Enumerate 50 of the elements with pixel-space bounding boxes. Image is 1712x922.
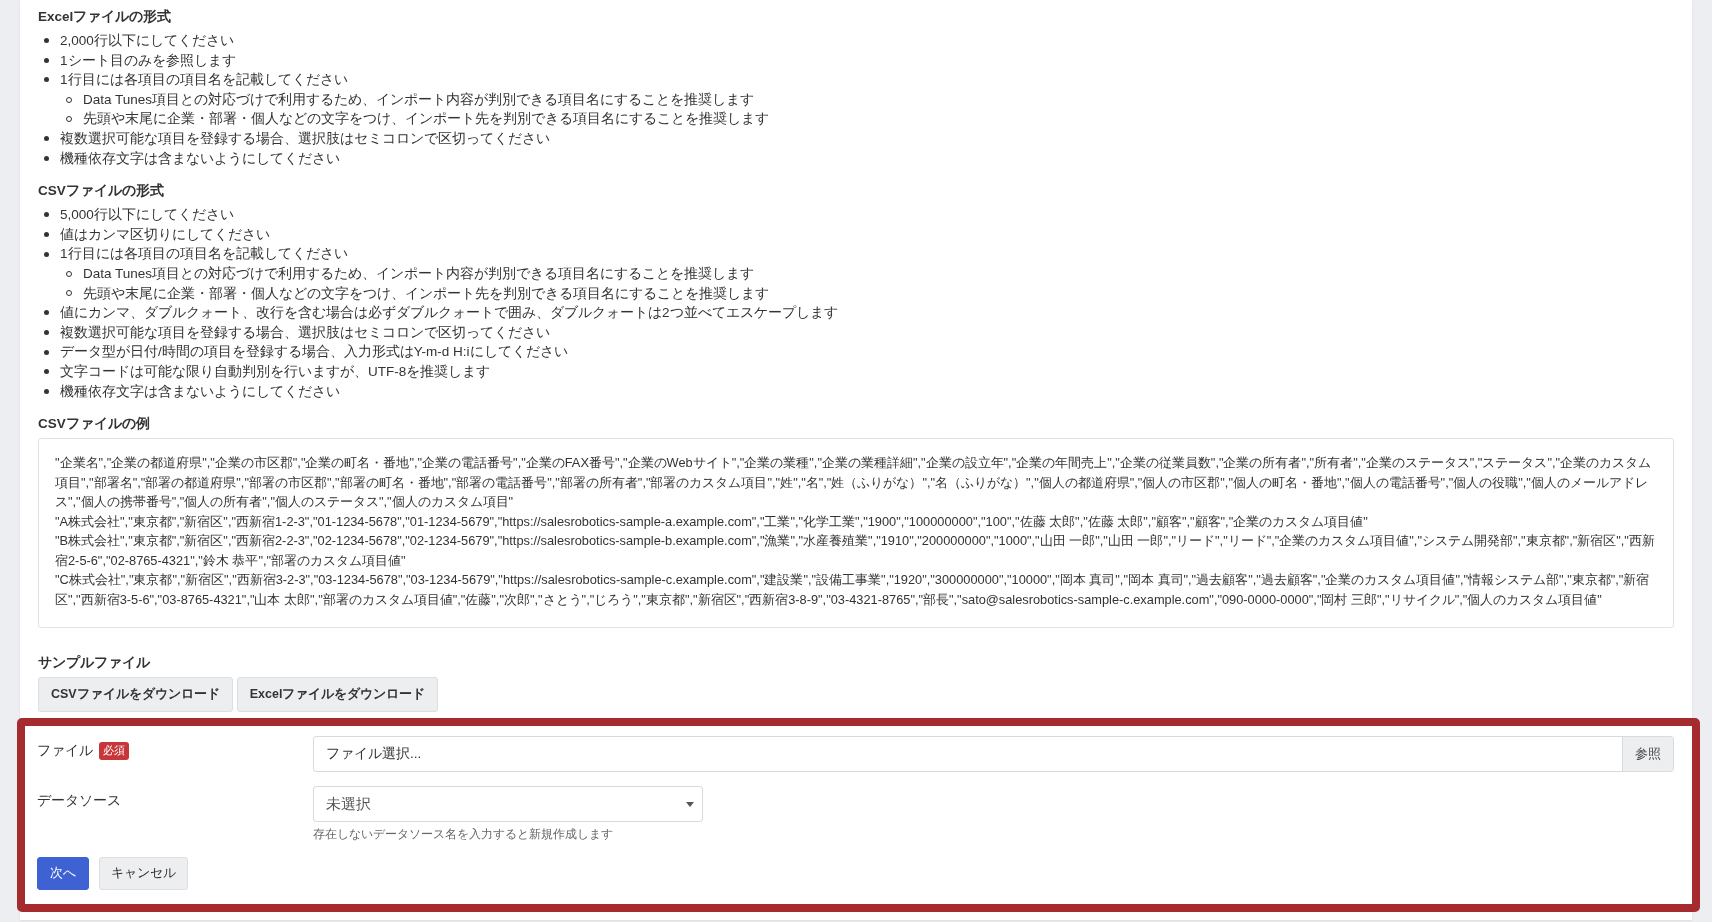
- list-text: 値はカンマ区切りにしてください: [60, 225, 270, 244]
- list-text: 機種依存文字は含まないようにしてください: [60, 149, 340, 168]
- list-text: 5,000行以下にしてください: [60, 206, 234, 225]
- section-heading: CSVファイルの形式: [38, 182, 165, 201]
- list-text: 値にカンマ、ダブルクォート、改行を含む場合は必ずダブルクォートで囲み、ダブルクォートは2つ並べてエスケープします: [60, 304, 838, 323]
- list-text: 1シート目のみを参照します: [60, 51, 236, 70]
- browse-button[interactable]: 参照: [1622, 737, 1673, 772]
- section-heading: Excelファイルの形式: [38, 8, 173, 26]
- field-label: データソース: [37, 792, 121, 811]
- list-text: データ型が日付/時間の項目を登録する場合、入力形式はY-m-d H:iにしてください: [60, 343, 568, 362]
- list-text: 文字コードは可能な限り自動判別を行いますが、UTF-8を推奨します: [60, 362, 491, 381]
- bullet-icon: [44, 155, 49, 161]
- list-text: 機種依存文字は含まないようにしてください: [60, 382, 340, 401]
- list-text: Data Tunes項目との対応づけで利用するため、インポート内容が判別できる項目名にすることを推奨します: [83, 264, 755, 283]
- required-badge: 必須: [99, 742, 129, 761]
- bullet-icon: [44, 232, 49, 238]
- section-heading: CSVファイルの例: [38, 415, 151, 434]
- field-label: ファイル: [37, 742, 93, 761]
- bullet-icon: [44, 212, 49, 218]
- bullet-icon: [44, 310, 49, 316]
- bullet-icon: [44, 136, 49, 142]
- bullet-icon: [44, 330, 49, 335]
- csv-line: "B株式会社","東京都","新宿区","西新宿2-2-3","02-1234-5678","02-1234-5679","https://salesrobotics-sample-b.example.com","漁業","水産養殖業","1910","200000000","1000","山田 一郎","山田 一郎","リード","リード","企業のカスタム項目値","システム開発部","東京都","新宿区","西新宿2-5-6","02-8765-4321","鈴木 恭平","部署のカスタム項目値": [55, 532, 1656, 570]
- list-text: 2,000行以下にしてください: [60, 32, 234, 50]
- list-text: 1行目には各項目の項目名を記載してください: [60, 245, 348, 264]
- list-text: Data Tunes項目との対応づけで利用するため、インポート内容が判別できる項目名にすることを推奨します: [83, 90, 755, 109]
- next-button[interactable]: 次へ: [37, 857, 89, 891]
- csv-line: "C株式会社","東京都","新宿区","西新宿3-2-3","03-1234-5678","03-1234-5679","https://salesrobotics-sample-c.example.com","建設業","設備工事業","1920","300000000","10000","岡本 真司","岡本 真司","過去顧客","過去顧客","企業のカスタム項目値","情報システム部","東京都","新宿区","西新宿3-5-6","03-8765-4321","山本 太郎","部署のカスタム項目値","佐藤","次郎","さとう","じろう","東京都","新宿区","西新宿3-8-9","03-4321-8765","部長","sato@salesrobotics-sample-c.example.com","090-0000-0000","岡村 三郎","リサイクル","個人のカスタム項目値": [55, 571, 1651, 609]
- download-button[interactable]: Excelファイルをダウンロード: [236, 677, 439, 713]
- section-heading: サンプルファイル: [38, 654, 151, 673]
- list-text: 1行目には各項目の項目名を記載してください: [60, 71, 348, 90]
- bullet-icon: [44, 251, 49, 257]
- file-input[interactable]: ファイル選択... 参照: [313, 736, 1674, 773]
- bullet-icon: [44, 38, 49, 44]
- cancel-button[interactable]: キャンセル: [99, 857, 188, 891]
- bullet-icon: [44, 77, 49, 83]
- data-source-select[interactable]: 未選択: [313, 786, 703, 823]
- list-text: 先頭や末尾に企業・部署・個人などの文字をつけ、インポート先を判別できる項目名にすることを推奨します: [83, 284, 769, 303]
- csv-line: "企業名","企業の都道府県","企業の市区郡","企業の町名・番地","企業の電話番号","企業のFAX番号","企業のWebサイト","企業の業種","企業の業種詳細","企業の設立年","企業の年間売上","企業の従業員数","企業の所有者","所有者","企業のステータス","ステータス","企業のカスタム項目","部署名","部署の都道府県","部署の市区郡","部署の町名・番地","部署の電話番号","部署の所有者","部署のカスタム項目","姓","名","姓（ふりがな）","名（ふりがな）","個人の都道府県","個人の市区郡","個人の町名・番地","個人の電話番号","個人の役職","個人のメールアドレス","個人の携帯番号","個人の所有者","個人のステータス","個人のカスタム項目": [55, 454, 1653, 512]
- help-text: 存在しないデータソース名を入力すると新規作成します: [313, 826, 614, 844]
- list-text: 複数選択可能な項目を登録する場合、選択肢はセミコロンで区切ってください: [60, 129, 550, 148]
- list-text: 先頭や末尾に企業・部署・個人などの文字をつけ、インポート先を判別できる項目名にすることを推奨します: [83, 110, 769, 129]
- download-button[interactable]: CSVファイルをダウンロード: [38, 677, 233, 713]
- csv-line: "A株式会社","東京都","新宿区","西新宿1-2-3","01-1234-5678","01-1234-5679","https://salesrobotics-sample-a.example.com","工業","化学工業","1900","100000000","100","佐藤 太郎","佐藤 太郎","顧客","顧客","企業のカスタム項目値": [55, 512, 1369, 531]
- list-text: 複数選択可能な項目を登録する場合、選択肢はセミコロンで区切ってください: [60, 323, 550, 342]
- bullet-icon: [44, 388, 49, 394]
- bullet-icon: [44, 349, 49, 355]
- caret-icon: [686, 801, 694, 807]
- bullet-icon: [44, 57, 49, 63]
- bullet-icon: [44, 369, 49, 375]
